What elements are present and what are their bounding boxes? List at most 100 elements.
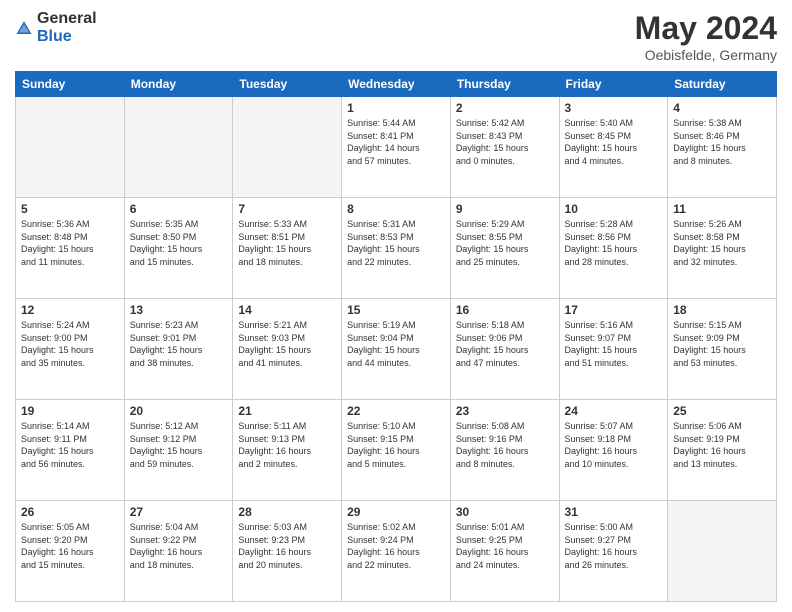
day-cell: 19 Sunrise: 5:14 AM Sunset: 9:11 PM Dayli… — [16, 400, 125, 501]
day-cell: 3 Sunrise: 5:40 AM Sunset: 8:45 PM Daylig… — [559, 97, 668, 198]
day-number: 5 — [21, 202, 119, 216]
day-info: Sunrise: 5:08 AM Sunset: 9:16 PM Dayligh… — [456, 420, 554, 470]
day-cell: 17 Sunrise: 5:16 AM Sunset: 9:07 PM Dayli… — [559, 299, 668, 400]
header-cell-thursday: Thursday — [450, 72, 559, 97]
day-info: Sunrise: 5:05 AM Sunset: 9:20 PM Dayligh… — [21, 521, 119, 571]
day-cell: 13 Sunrise: 5:23 AM Sunset: 9:01 PM Dayli… — [124, 299, 233, 400]
day-info: Sunrise: 5:29 AM Sunset: 8:55 PM Dayligh… — [456, 218, 554, 268]
day-info: Sunrise: 5:00 AM Sunset: 9:27 PM Dayligh… — [565, 521, 663, 571]
day-info: Sunrise: 5:38 AM Sunset: 8:46 PM Dayligh… — [673, 117, 771, 167]
day-cell: 4Sunrise: 5:38 AM Sunset: 8:46 PM Daylig… — [668, 97, 777, 198]
day-info: Sunrise: 5:35 AM Sunset: 8:50 PM Dayligh… — [130, 218, 228, 268]
day-number: 15 — [347, 303, 445, 317]
day-number: 12 — [21, 303, 119, 317]
day-cell: 22 Sunrise: 5:10 AM Sunset: 9:15 PM Dayli… — [342, 400, 451, 501]
day-info: Sunrise: 5:26 AM Sunset: 8:58 PM Dayligh… — [673, 218, 771, 268]
day-cell — [233, 97, 342, 198]
header-row: SundayMondayTuesdayWednesdayThursdayFrid… — [16, 72, 777, 97]
day-number: 19 — [21, 404, 119, 418]
day-number: 3 — [565, 101, 663, 115]
day-number: 31 — [565, 505, 663, 519]
day-cell: 31 Sunrise: 5:00 AM Sunset: 9:27 PM Dayli… — [559, 501, 668, 602]
day-number: 11 — [673, 202, 771, 216]
day-cell: 23 Sunrise: 5:08 AM Sunset: 9:16 PM Dayli… — [450, 400, 559, 501]
day-cell: 25 Sunrise: 5:06 AM Sunset: 9:19 PM Dayli… — [668, 400, 777, 501]
day-info: Sunrise: 5:28 AM Sunset: 8:56 PM Dayligh… — [565, 218, 663, 268]
day-cell: 9Sunrise: 5:29 AM Sunset: 8:55 PM Daylig… — [450, 198, 559, 299]
header-cell-sunday: Sunday — [16, 72, 125, 97]
logo-blue: Blue — [37, 28, 97, 46]
day-number: 25 — [673, 404, 771, 418]
day-info: Sunrise: 5:33 AM Sunset: 8:51 PM Dayligh… — [238, 218, 336, 268]
day-cell: 27 Sunrise: 5:04 AM Sunset: 9:22 PM Dayli… — [124, 501, 233, 602]
logo-text: General Blue — [37, 10, 97, 45]
day-number: 23 — [456, 404, 554, 418]
day-info: Sunrise: 5:24 AM Sunset: 9:00 PM Dayligh… — [21, 319, 119, 369]
calendar-header: SundayMondayTuesdayWednesdayThursdayFrid… — [16, 72, 777, 97]
day-info: Sunrise: 5:04 AM Sunset: 9:22 PM Dayligh… — [130, 521, 228, 571]
logo: General Blue — [15, 10, 97, 45]
day-number: 17 — [565, 303, 663, 317]
day-number: 16 — [456, 303, 554, 317]
day-info: Sunrise: 5:23 AM Sunset: 9:01 PM Dayligh… — [130, 319, 228, 369]
logo-general: General — [37, 10, 97, 28]
day-info: Sunrise: 5:15 AM Sunset: 9:09 PM Dayligh… — [673, 319, 771, 369]
logo-icon — [15, 19, 33, 37]
header-cell-tuesday: Tuesday — [233, 72, 342, 97]
day-number: 2 — [456, 101, 554, 115]
day-cell: 28 Sunrise: 5:03 AM Sunset: 9:23 PM Dayli… — [233, 501, 342, 602]
week-row-2: 5Sunrise: 5:36 AM Sunset: 8:48 PM Daylig… — [16, 198, 777, 299]
header: General Blue May 2024 Oebisfelde, German… — [15, 10, 777, 63]
day-cell: 24 Sunrise: 5:07 AM Sunset: 9:18 PM Dayli… — [559, 400, 668, 501]
day-info: Sunrise: 5:14 AM Sunset: 9:11 PM Dayligh… — [21, 420, 119, 470]
calendar-body: 1Sunrise: 5:44 AM Sunset: 8:41 PM Daylig… — [16, 97, 777, 602]
day-cell: 8 Sunrise: 5:31 AM Sunset: 8:53 PM Daylig… — [342, 198, 451, 299]
subtitle: Oebisfelde, Germany — [635, 47, 777, 63]
day-number: 27 — [130, 505, 228, 519]
week-row-1: 1Sunrise: 5:44 AM Sunset: 8:41 PM Daylig… — [16, 97, 777, 198]
day-cell — [668, 501, 777, 602]
day-info: Sunrise: 5:07 AM Sunset: 9:18 PM Dayligh… — [565, 420, 663, 470]
day-number: 13 — [130, 303, 228, 317]
day-cell: 2 Sunrise: 5:42 AM Sunset: 8:43 PM Daylig… — [450, 97, 559, 198]
header-cell-monday: Monday — [124, 72, 233, 97]
day-cell: 6 Sunrise: 5:35 AM Sunset: 8:50 PM Daylig… — [124, 198, 233, 299]
day-info: Sunrise: 5:03 AM Sunset: 9:23 PM Dayligh… — [238, 521, 336, 571]
day-info: Sunrise: 5:11 AM Sunset: 9:13 PM Dayligh… — [238, 420, 336, 470]
header-cell-wednesday: Wednesday — [342, 72, 451, 97]
day-info: Sunrise: 5:44 AM Sunset: 8:41 PM Dayligh… — [347, 117, 445, 167]
day-number: 8 — [347, 202, 445, 216]
week-row-5: 26 Sunrise: 5:05 AM Sunset: 9:20 PM Dayli… — [16, 501, 777, 602]
day-info: Sunrise: 5:40 AM Sunset: 8:45 PM Dayligh… — [565, 117, 663, 167]
day-cell: 7 Sunrise: 5:33 AM Sunset: 8:51 PM Daylig… — [233, 198, 342, 299]
day-cell: 16Sunrise: 5:18 AM Sunset: 9:06 PM Dayli… — [450, 299, 559, 400]
day-number: 28 — [238, 505, 336, 519]
day-number: 22 — [347, 404, 445, 418]
day-number: 20 — [130, 404, 228, 418]
day-number: 7 — [238, 202, 336, 216]
day-number: 24 — [565, 404, 663, 418]
day-cell: 1Sunrise: 5:44 AM Sunset: 8:41 PM Daylig… — [342, 97, 451, 198]
day-cell: 11 Sunrise: 5:26 AM Sunset: 8:58 PM Dayli… — [668, 198, 777, 299]
day-number: 30 — [456, 505, 554, 519]
header-cell-saturday: Saturday — [668, 72, 777, 97]
day-number: 6 — [130, 202, 228, 216]
day-cell: 12 Sunrise: 5:24 AM Sunset: 9:00 PM Dayli… — [16, 299, 125, 400]
day-info: Sunrise: 5:21 AM Sunset: 9:03 PM Dayligh… — [238, 319, 336, 369]
day-info: Sunrise: 5:06 AM Sunset: 9:19 PM Dayligh… — [673, 420, 771, 470]
day-info: Sunrise: 5:19 AM Sunset: 9:04 PM Dayligh… — [347, 319, 445, 369]
day-cell: 5Sunrise: 5:36 AM Sunset: 8:48 PM Daylig… — [16, 198, 125, 299]
day-number: 26 — [21, 505, 119, 519]
day-info: Sunrise: 5:42 AM Sunset: 8:43 PM Dayligh… — [456, 117, 554, 167]
day-cell — [124, 97, 233, 198]
day-cell: 30Sunrise: 5:01 AM Sunset: 9:25 PM Dayli… — [450, 501, 559, 602]
day-number: 18 — [673, 303, 771, 317]
day-cell: 10Sunrise: 5:28 AM Sunset: 8:56 PM Dayli… — [559, 198, 668, 299]
day-cell: 26 Sunrise: 5:05 AM Sunset: 9:20 PM Dayli… — [16, 501, 125, 602]
day-info: Sunrise: 5:31 AM Sunset: 8:53 PM Dayligh… — [347, 218, 445, 268]
day-info: Sunrise: 5:10 AM Sunset: 9:15 PM Dayligh… — [347, 420, 445, 470]
page: General Blue May 2024 Oebisfelde, German… — [0, 0, 792, 612]
day-number: 21 — [238, 404, 336, 418]
day-info: Sunrise: 5:16 AM Sunset: 9:07 PM Dayligh… — [565, 319, 663, 369]
title-block: May 2024 Oebisfelde, Germany — [635, 10, 777, 63]
